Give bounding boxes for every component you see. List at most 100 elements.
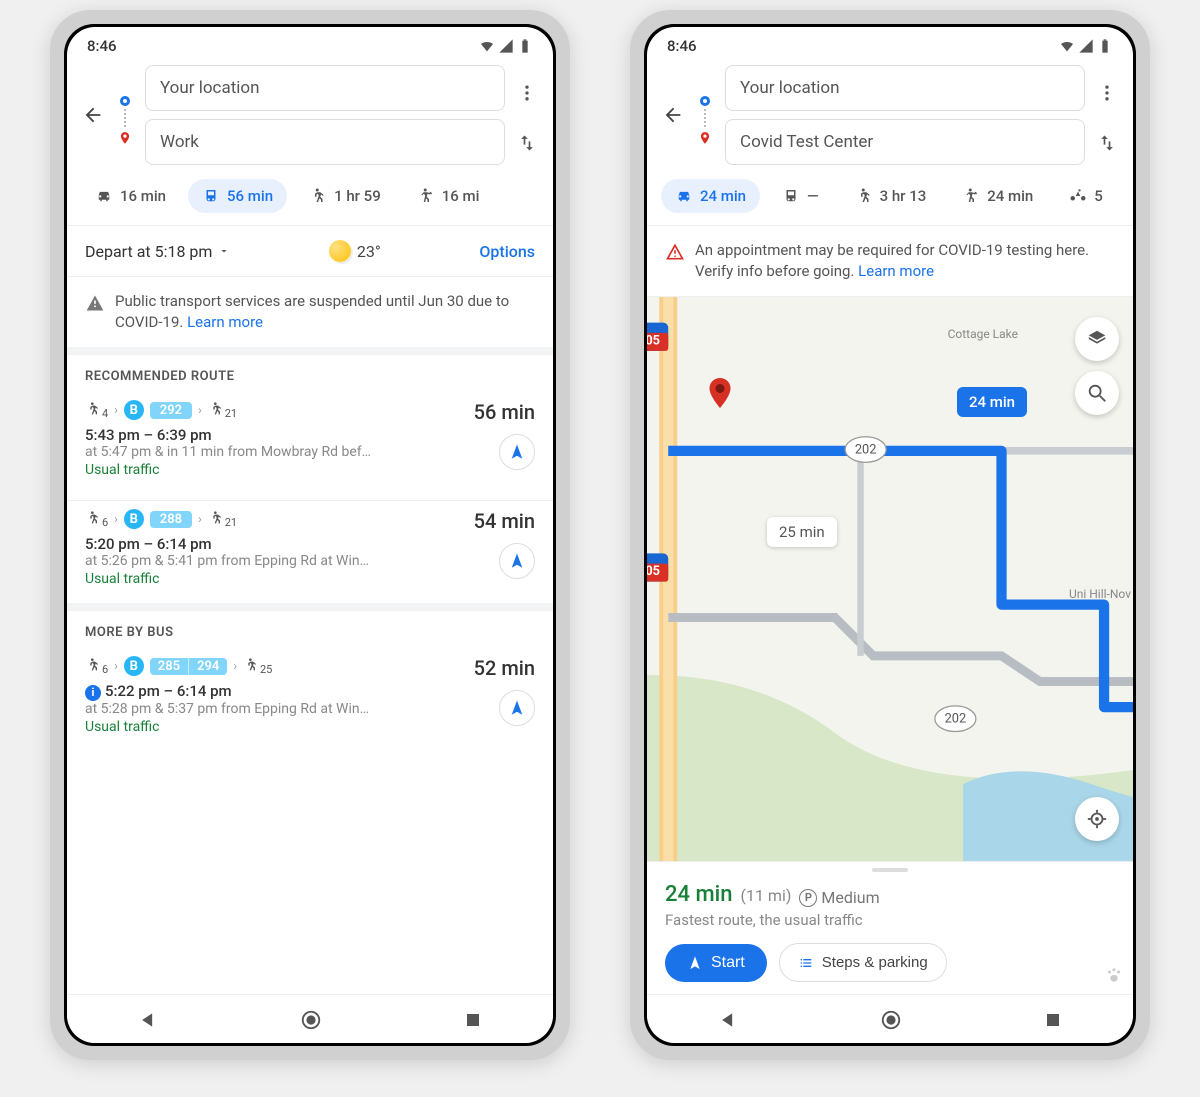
wifi-icon bbox=[1059, 38, 1075, 54]
more-options-button[interactable] bbox=[517, 83, 537, 107]
swap-button[interactable] bbox=[1097, 133, 1117, 157]
walk-icon bbox=[243, 657, 259, 673]
drag-handle[interactable] bbox=[872, 868, 908, 872]
map-label-hill: Uni Hill-Nov bbox=[1069, 587, 1131, 601]
mode-tab-car[interactable]: 24 min bbox=[661, 179, 760, 213]
nav-home-icon[interactable] bbox=[300, 1009, 322, 1031]
chevron-right-icon: › bbox=[114, 403, 118, 417]
origin-dot-icon bbox=[700, 96, 710, 106]
my-location-button[interactable] bbox=[1075, 797, 1119, 841]
search-icon bbox=[1086, 382, 1108, 404]
mode-tab-label: 1 hr 59 bbox=[334, 187, 381, 205]
chevron-right-icon: › bbox=[114, 659, 118, 673]
walk-minutes: 21 bbox=[225, 407, 237, 420]
back-button[interactable] bbox=[81, 103, 105, 127]
destination-input[interactable]: Work bbox=[145, 119, 505, 165]
nav-back-icon[interactable] bbox=[718, 1010, 738, 1030]
destination-pin-icon bbox=[118, 130, 132, 149]
chevron-right-icon: › bbox=[198, 512, 202, 526]
mode-tab-bike[interactable]: 5 bbox=[1055, 179, 1117, 213]
mode-tab-label: 24 min bbox=[987, 187, 1033, 205]
steps-parking-button[interactable]: Steps & parking bbox=[779, 943, 947, 982]
car-icon bbox=[675, 187, 693, 205]
walk-minutes: 6 bbox=[102, 516, 108, 529]
mode-tab-rideshare[interactable]: 16 mi bbox=[403, 179, 494, 213]
origin-input[interactable]: Your location bbox=[145, 65, 505, 111]
more-options-button[interactable] bbox=[1097, 83, 1117, 107]
travel-mode-tabs: 16 min 56 min 1 hr 59 16 mi bbox=[67, 175, 553, 226]
back-button[interactable] bbox=[661, 103, 685, 127]
temperature: 23° bbox=[357, 242, 381, 261]
origin-input[interactable]: Your location bbox=[725, 65, 1085, 111]
start-navigation-button[interactable] bbox=[499, 690, 535, 726]
recommended-route-title: RECOMMENDED ROUTE bbox=[67, 355, 553, 392]
route-card[interactable]: 6 › B 285294 › 25 i5:22 pm – 6:14 pm at … bbox=[67, 648, 553, 751]
options-link[interactable]: Options bbox=[479, 242, 535, 261]
layers-button[interactable] bbox=[1075, 317, 1119, 361]
layers-icon bbox=[1086, 328, 1108, 350]
status-time: 8:46 bbox=[667, 37, 697, 55]
mode-tab-walk[interactable]: 3 hr 13 bbox=[841, 179, 941, 213]
chevron-right-icon: › bbox=[114, 512, 118, 526]
alert-message: Public transport services are suspended … bbox=[115, 292, 509, 331]
mode-tab-transit[interactable]: 56 min bbox=[188, 179, 287, 213]
start-button[interactable]: Start bbox=[665, 944, 767, 982]
bus-badge-icon: B bbox=[124, 509, 144, 529]
route-card[interactable]: 4 › B 292 › 21 5:43 pm – 6:39 pm at 5:47… bbox=[67, 392, 553, 494]
bike-icon bbox=[1069, 187, 1087, 205]
mode-tab-rideshare[interactable]: 24 min bbox=[948, 179, 1047, 213]
route-markers bbox=[115, 82, 135, 149]
alert-text: Public transport services are suspended … bbox=[115, 291, 535, 333]
learn-more-link[interactable]: Learn more bbox=[187, 313, 263, 331]
route-markers bbox=[695, 82, 715, 149]
map-canvas[interactable]: 405 405 202 202 Cottage Lake Uni Hill-No… bbox=[647, 297, 1133, 861]
route-traffic: Usual traffic bbox=[85, 462, 464, 478]
warning-icon bbox=[85, 293, 105, 313]
swap-button[interactable] bbox=[517, 133, 537, 157]
transit-icon bbox=[782, 187, 800, 205]
more-by-bus-title: MORE BY BUS bbox=[67, 611, 553, 648]
list-icon bbox=[798, 955, 814, 971]
start-navigation-button[interactable] bbox=[499, 434, 535, 470]
route-steps: 6 › B 285294 › 25 bbox=[85, 656, 464, 676]
route-duration-pill-alt[interactable]: 25 min bbox=[767, 517, 837, 547]
battery-icon bbox=[517, 38, 533, 54]
mode-tab-transit[interactable]: — bbox=[768, 179, 833, 213]
parking-icon: P bbox=[799, 889, 817, 907]
bus-badge-icon: B bbox=[124, 656, 144, 676]
route-card[interactable]: 6 › B 288 › 21 5:20 pm – 6:14 pm at 5:26… bbox=[67, 501, 553, 603]
covid-alert-banner: Public transport services are suspended … bbox=[67, 277, 553, 355]
destination-input[interactable]: Covid Test Center bbox=[725, 119, 1085, 165]
parking-label: Medium bbox=[821, 888, 879, 907]
status-icons bbox=[1059, 38, 1113, 54]
more-vert-icon bbox=[1097, 83, 1117, 103]
start-navigation-button[interactable] bbox=[499, 543, 535, 579]
route-duration-pill[interactable]: 24 min bbox=[957, 387, 1027, 417]
sheet-distance: (11 mi) bbox=[741, 886, 792, 905]
walk-minutes: 25 bbox=[260, 663, 272, 676]
destination-pin-icon bbox=[702, 375, 738, 415]
bus-number-split: 285294 bbox=[150, 658, 228, 675]
walk-icon bbox=[208, 401, 224, 417]
status-bar: 8:46 bbox=[647, 27, 1133, 59]
route-bottom-sheet[interactable]: 24 min (11 mi) P Medium Fastest route, t… bbox=[647, 861, 1133, 994]
mode-tab-car[interactable]: 16 min bbox=[81, 179, 180, 213]
nav-back-icon[interactable] bbox=[138, 1010, 158, 1030]
sheet-duration: 24 min bbox=[665, 882, 733, 907]
mode-tab-label: 3 hr 13 bbox=[880, 187, 927, 205]
arrow-back-icon bbox=[82, 104, 104, 126]
depart-time-picker[interactable]: Depart at 5:18 pm bbox=[85, 242, 230, 261]
learn-more-link[interactable]: Learn more bbox=[858, 262, 934, 280]
map-search-button[interactable] bbox=[1075, 371, 1119, 415]
svg-text:202: 202 bbox=[945, 712, 967, 727]
route-description: Fastest route, the usual traffic bbox=[665, 911, 1115, 929]
chevron-right-icon: › bbox=[233, 659, 237, 673]
mode-tab-label: 16 min bbox=[120, 187, 166, 205]
mode-tab-label: 56 min bbox=[227, 187, 273, 205]
info-icon: i bbox=[85, 685, 101, 701]
nav-recent-icon[interactable] bbox=[464, 1011, 482, 1029]
nav-recent-icon[interactable] bbox=[1044, 1011, 1062, 1029]
mode-tab-walk[interactable]: 1 hr 59 bbox=[295, 179, 395, 213]
start-button-label: Start bbox=[711, 954, 745, 972]
nav-home-icon[interactable] bbox=[880, 1009, 902, 1031]
